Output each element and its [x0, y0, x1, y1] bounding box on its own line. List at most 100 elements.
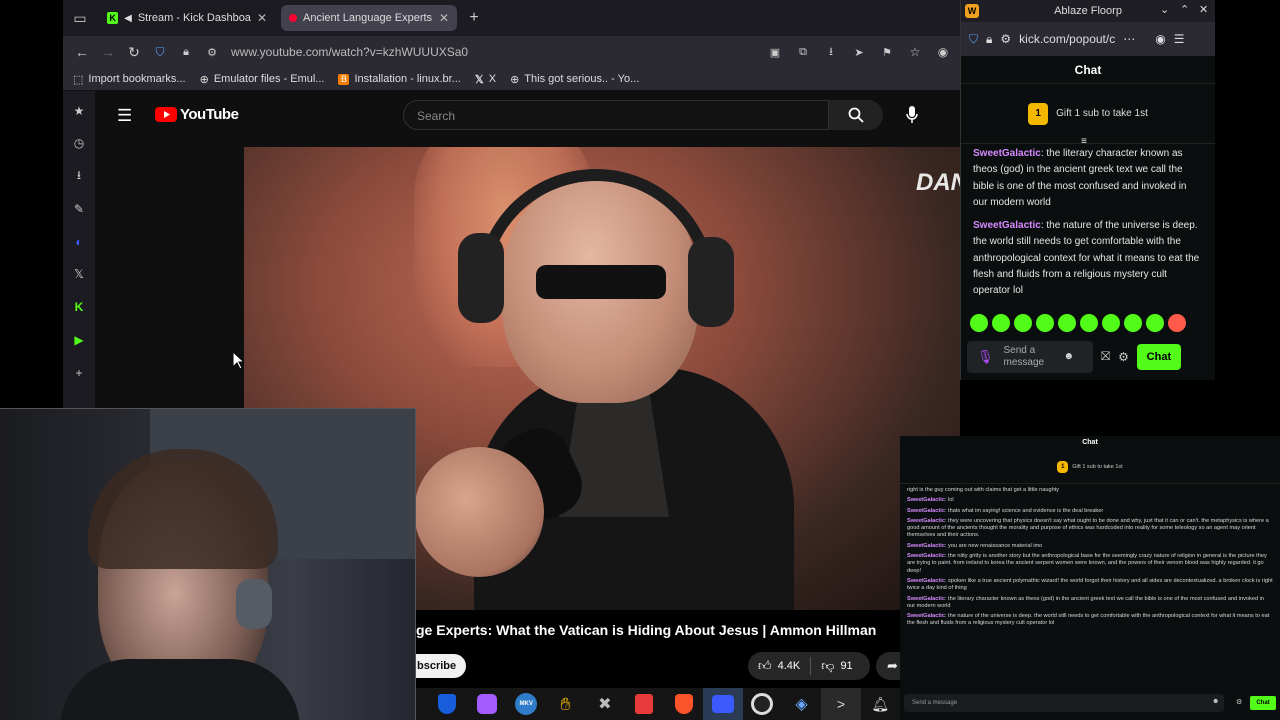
bookmark-youtube-video[interactable]: ⊕ This got serious.. - Yo... — [510, 73, 639, 86]
emote-icon[interactable] — [1014, 313, 1032, 332]
chat-username: SweetGalactic — [907, 542, 945, 549]
taskbar-obs[interactable] — [743, 688, 782, 720]
new-tab-button[interactable]: + — [461, 5, 487, 31]
close-icon[interactable]: ✕ — [1199, 3, 1208, 16]
emote-bar — [961, 313, 1215, 332]
tab-overview-icon[interactable]: ▭ — [67, 5, 93, 31]
taskbar-hand[interactable]: ✋︎ — [546, 688, 585, 720]
microphone-icon[interactable]: 🎙︎ — [977, 350, 994, 363]
add-panel-icon[interactable]: + — [71, 365, 87, 381]
video-title: ge Experts: What the Vatican is Hiding A… — [416, 622, 877, 638]
taskbar-mkv[interactable]: MKV — [507, 688, 546, 720]
permissions-icon[interactable]: ⚙ — [1000, 32, 1011, 46]
downloads-icon[interactable]: ⭳ — [71, 168, 87, 184]
emote-icon[interactable] — [970, 313, 988, 332]
voice-search-button[interactable] — [901, 104, 923, 126]
bookmark-label: This got serious.. - Yo... — [524, 73, 640, 85]
taskbar-bitwarden[interactable] — [428, 688, 467, 720]
emote-icon[interactable] — [1080, 313, 1098, 332]
headphone-right-cup — [688, 237, 734, 327]
pin-collapse-icon[interactable]: ≡ — [1081, 136, 1087, 147]
emote-icon[interactable] — [1058, 313, 1076, 332]
x-icon[interactable]: 𝕏 — [71, 266, 87, 282]
bookmark-installation[interactable]: B Installation - linux.br... — [338, 73, 461, 85]
like-dislike-bar: 👍︎ 4.4K 👎︎ 91 — [748, 652, 870, 680]
taskbar-terminal[interactable]: > — [821, 688, 861, 720]
lock-icon[interactable]: 🔒︎ — [173, 39, 199, 65]
tab-kick-dashboard[interactable]: K ◀ Stream - Kick Dashboa ✕ — [99, 5, 275, 31]
notes-icon[interactable]: ✎ — [71, 201, 87, 217]
hamburger-menu-icon[interactable]: ☰ — [117, 106, 132, 126]
chat-send-button[interactable]: Chat — [1136, 343, 1181, 370]
speaker-hand — [414, 447, 544, 577]
emote-icon[interactable] — [1036, 313, 1054, 332]
browser-tab-bar: ▭ K ◀ Stream - Kick Dashboa ✕ Ancient La… — [63, 0, 960, 36]
search-input[interactable]: Search — [403, 100, 829, 130]
emote-icon[interactable] — [1102, 313, 1120, 332]
taskbar-notifications[interactable]: 🔔︎ — [861, 688, 900, 720]
emoji-icon[interactable]: ☻ — [1064, 351, 1075, 363]
dislike-button[interactable]: 👎︎ 91 — [811, 658, 862, 674]
bookmark-x[interactable]: 𝕏X — [475, 73, 496, 86]
like-button[interactable]: 👍︎ 4.4K — [748, 657, 812, 675]
reload-button[interactable]: ↻ — [121, 39, 147, 65]
bookmark-import[interactable]: ⬚ Import bookmarks... — [73, 73, 186, 86]
shield-icon[interactable]: ⛉ — [969, 32, 978, 47]
gift-sub-banner: 1 Gift 1 sub to take 1st — [900, 450, 1280, 484]
close-icon[interactable]: ✕ — [257, 11, 267, 25]
chat-username[interactable]: SweetGalactic — [973, 148, 1041, 159]
menu-icon[interactable]: ☰ — [1174, 32, 1185, 46]
emote-icon[interactable] — [1146, 313, 1164, 332]
tab-youtube-video[interactable]: Ancient Language Experts ✕ — [281, 5, 457, 31]
chat-input[interactable]: 🎙︎ Send a message ☻ — [967, 340, 1093, 373]
more-icon[interactable]: ⋯ — [1123, 32, 1135, 46]
tool-icon: ✖ — [598, 696, 612, 713]
taskbar-floorp[interactable] — [703, 688, 743, 720]
bookmark-star-icon[interactable]: ☆ — [902, 39, 928, 65]
youtube-logo[interactable]: YouTube — [155, 106, 239, 123]
chat-username[interactable]: SweetGalactic — [973, 220, 1041, 231]
bookmark-emulator[interactable]: ⊕ Emulator files - Emul... — [200, 73, 325, 86]
taskbar-app-purple[interactable] — [467, 688, 506, 720]
forward-button[interactable]: → — [95, 39, 121, 65]
emoji-icon: ☻ — [1212, 698, 1220, 705]
taskbar-layers[interactable]: ◈ — [782, 688, 821, 720]
bookmarks-bar: ⬚ Import bookmarks... ⊕ Emulator files - E… — [63, 68, 960, 91]
url-bar[interactable]: kick.com/popout/c — [1019, 32, 1115, 46]
download-icon[interactable]: ⭳ — [818, 39, 844, 65]
search-button[interactable] — [829, 100, 883, 130]
rumble-icon[interactable]: ▶ — [71, 332, 87, 348]
bookmarks-star-icon[interactable]: ★ — [71, 103, 87, 119]
taskbar-tool[interactable]: ✖ — [585, 688, 624, 720]
taskbar-brave[interactable] — [664, 688, 703, 720]
history-icon[interactable]: ◷ — [71, 135, 87, 151]
back-button[interactable]: ← — [69, 39, 95, 65]
search-icon — [848, 107, 864, 123]
hand-icon: ✋︎ — [560, 693, 571, 714]
gift-icon[interactable]: ⛝ — [1101, 349, 1110, 364]
flag-icon[interactable]: ⚑ — [874, 39, 900, 65]
emote-icon[interactable] — [1124, 313, 1142, 332]
maximize-icon[interactable]: ⌃ — [1180, 3, 1189, 16]
picture-icon[interactable]: ▣ — [762, 39, 788, 65]
lock-icon[interactable]: 🔒︎ — [986, 32, 992, 47]
emote-icon[interactable] — [1168, 313, 1186, 332]
taskbar-red-app[interactable] — [625, 688, 664, 720]
permissions-icon[interactable]: ⚙ — [199, 39, 225, 65]
close-icon[interactable]: ✕ — [439, 11, 449, 25]
send-icon[interactable]: ➤ — [846, 39, 872, 65]
chevron-down-icon[interactable]: ⌄ — [1160, 3, 1169, 16]
gear-icon[interactable]: ⚙ — [1118, 350, 1129, 364]
extension-icon[interactable]: ⧉ — [790, 39, 816, 65]
shield-icon[interactable]: ⛉ — [147, 39, 173, 65]
url-bar[interactable]: www.youtube.com/watch?v=kzhWUUUXSa0 — [231, 45, 468, 59]
account-icon[interactable]: ◉ — [930, 39, 956, 65]
like-count: 4.4K — [777, 660, 801, 672]
kick-icon[interactable]: K — [71, 299, 87, 315]
subscribe-button[interactable]: bscribe — [416, 654, 466, 678]
emote-icon[interactable] — [992, 313, 1010, 332]
floorp-icon[interactable]: ◐ — [71, 234, 87, 250]
gift-sub-banner[interactable]: 1 Gift 1 sub to take 1st — [961, 84, 1215, 144]
account-icon[interactable]: ◉ — [1155, 32, 1165, 46]
brave-icon — [674, 694, 693, 714]
